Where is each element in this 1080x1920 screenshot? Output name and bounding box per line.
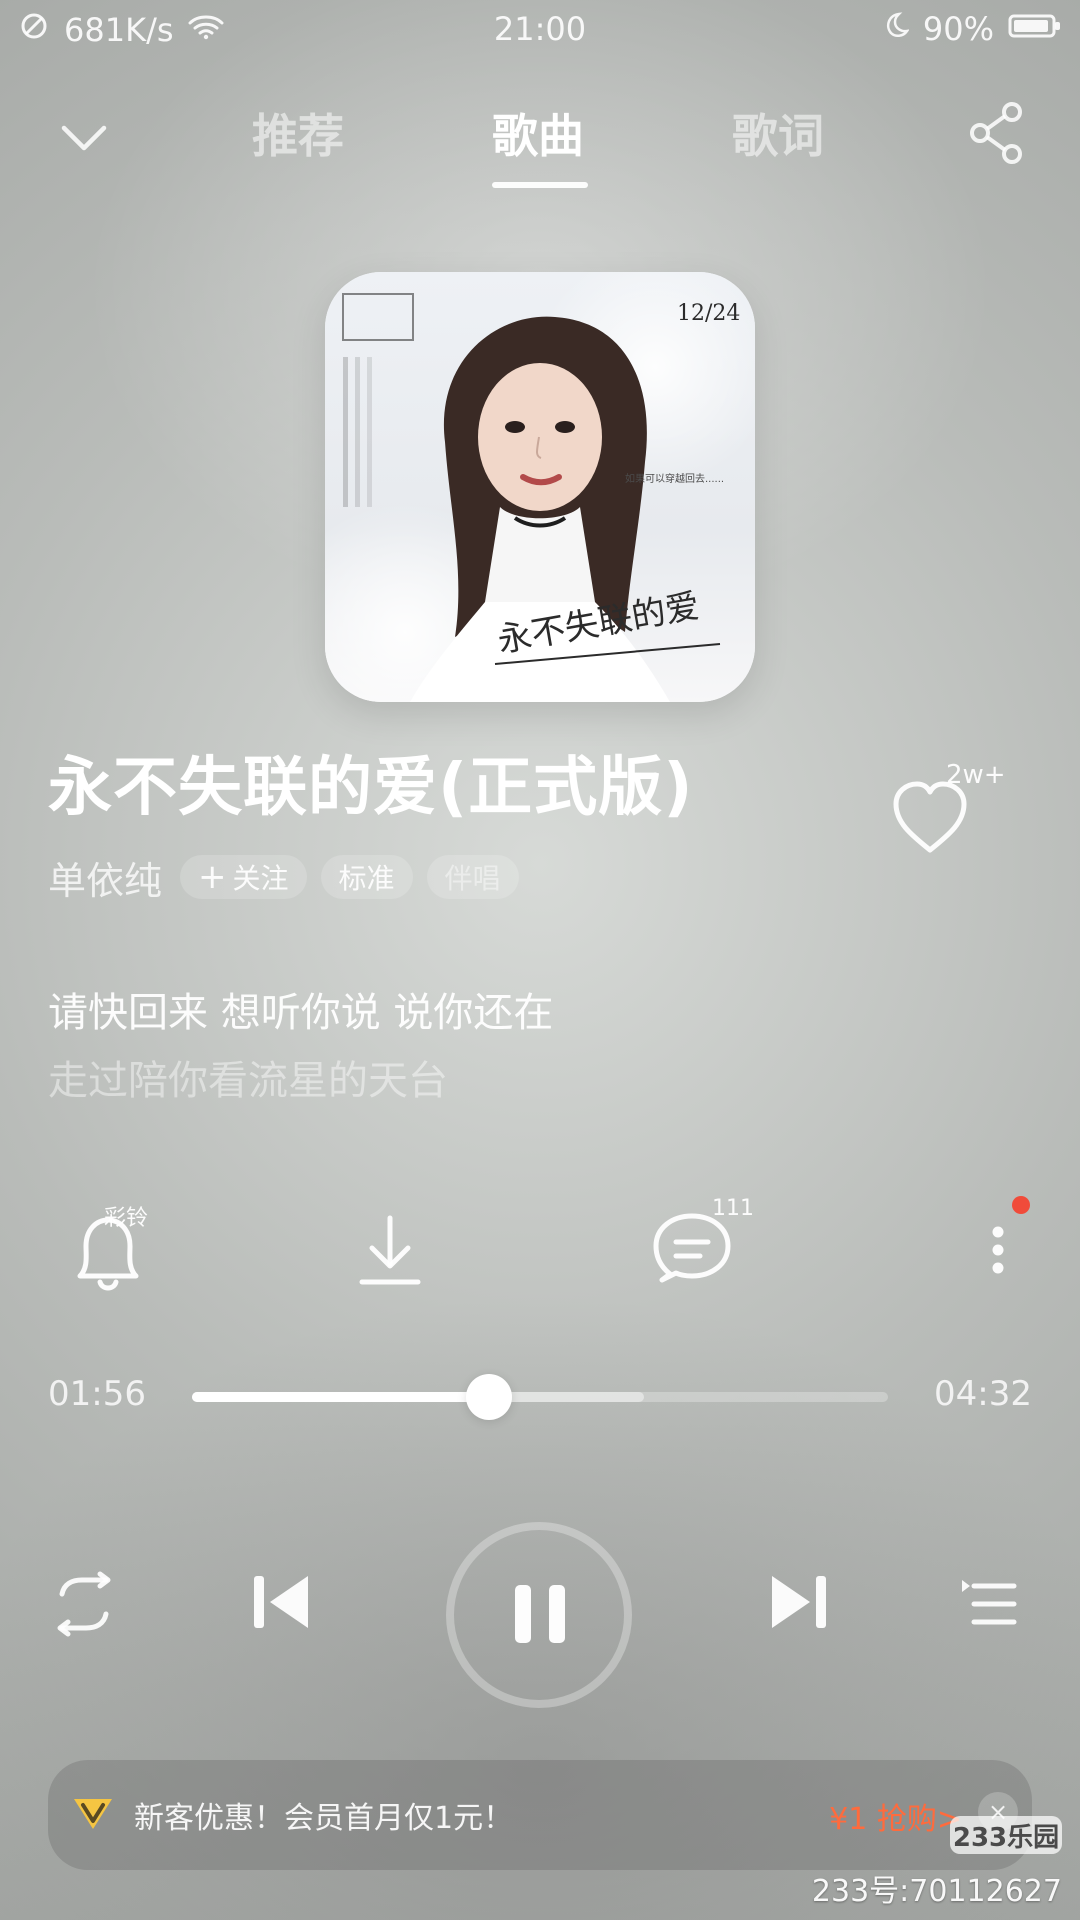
progress-thumb[interactable] [465, 1374, 512, 1420]
watermark-id: 233号:70112627 [811, 1874, 1062, 1909]
share-button[interactable] [962, 98, 1032, 172]
album-caption: 如果可以穿越回去...... [625, 472, 724, 485]
pause-icon-wrap [503, 1577, 577, 1655]
status-bar: 681K/s 21:00 90% [0, 0, 1080, 56]
accompaniment-button[interactable]: 伴唱 [426, 855, 519, 899]
tab-lyrics[interactable]: 歌词 [732, 100, 824, 166]
lyric-next[interactable]: 走过陪你看流星的天台 [48, 1048, 448, 1106]
playback-controls [0, 1522, 1080, 1712]
lyric-current[interactable]: 请快回来 想听你说 说你还在 [48, 980, 553, 1038]
watermark-logo: 233乐园 [950, 1816, 1062, 1854]
accompaniment-label: 伴唱 [444, 862, 501, 895]
battery-percent: 90% [922, 10, 994, 48]
song-title: 永不失联的爱(正式版) [48, 751, 694, 825]
repeat-icon [44, 1571, 124, 1648]
skip-previous-icon [242, 1576, 322, 1646]
chevron-down-icon [56, 125, 112, 170]
next-button[interactable] [758, 1562, 838, 1646]
status-right: 90% [879, 10, 1062, 48]
album-date: 12/24 [677, 301, 740, 326]
total-duration: 04:32 [934, 1374, 1032, 1414]
tab-recommend[interactable]: 推荐 [252, 100, 344, 166]
quality-label: 标准 [338, 862, 395, 895]
ringtone-label: 彩铃 [104, 1206, 149, 1231]
more-button[interactable] [938, 1190, 1058, 1310]
watermark-logo-text: 233乐园 [952, 1822, 1060, 1853]
progress-played [192, 1392, 489, 1402]
elapsed-time: 01:56 [48, 1374, 146, 1414]
comment-count: 111 [712, 1196, 754, 1221]
notification-dot [1012, 1196, 1030, 1214]
promo-text: 新客优惠！会员首月仅1元！ [134, 1801, 514, 1836]
moon-icon [879, 10, 910, 48]
progress-slider[interactable] [192, 1374, 888, 1420]
artist-row: 单依纯 + 关注 标准 伴唱 [48, 850, 519, 905]
album-cover[interactable]: 永不失联的爱 12/24 如果可以穿越回去...... [325, 272, 755, 702]
follow-button[interactable]: + 关注 [180, 855, 307, 899]
battery-icon [1008, 10, 1062, 48]
album-cover-art: 永不失联的爱 12/24 如果可以穿越回去...... [325, 272, 755, 702]
repeat-button[interactable] [44, 1564, 124, 1648]
like-button[interactable]: 2w+ [884, 760, 1024, 860]
previous-button[interactable] [242, 1562, 322, 1646]
active-tab-indicator [492, 182, 588, 188]
comments-button[interactable]: 111 [632, 1190, 754, 1310]
ringtone-button[interactable]: 彩铃 [42, 1190, 162, 1310]
action-row: 彩铃 111 [0, 1190, 1080, 1310]
quality-button[interactable]: 标准 [320, 855, 413, 899]
pause-icon [503, 1585, 577, 1655]
follow-label: 关注 [232, 862, 289, 895]
skip-next-icon [758, 1576, 838, 1646]
download-button[interactable] [330, 1190, 450, 1310]
tab-song[interactable]: 歌曲 [492, 100, 584, 166]
promo-banner[interactable]: 新客优惠！会员首月仅1元！ ¥1 抢购> × [48, 1760, 1032, 1870]
plus-icon: + [198, 857, 227, 897]
vip-icon [70, 1793, 116, 1837]
like-count: 2w+ [946, 760, 1006, 790]
artist-name[interactable]: 单依纯 [48, 850, 162, 905]
playlist-button[interactable] [952, 1564, 1032, 1648]
top-nav: 推荐 歌曲 歌词 [0, 90, 1080, 200]
share-icon [962, 102, 1032, 172]
collapse-button[interactable] [56, 110, 112, 170]
promo-cta[interactable]: ¥1 抢购> [829, 1794, 962, 1838]
playlist-icon [952, 1580, 1032, 1648]
